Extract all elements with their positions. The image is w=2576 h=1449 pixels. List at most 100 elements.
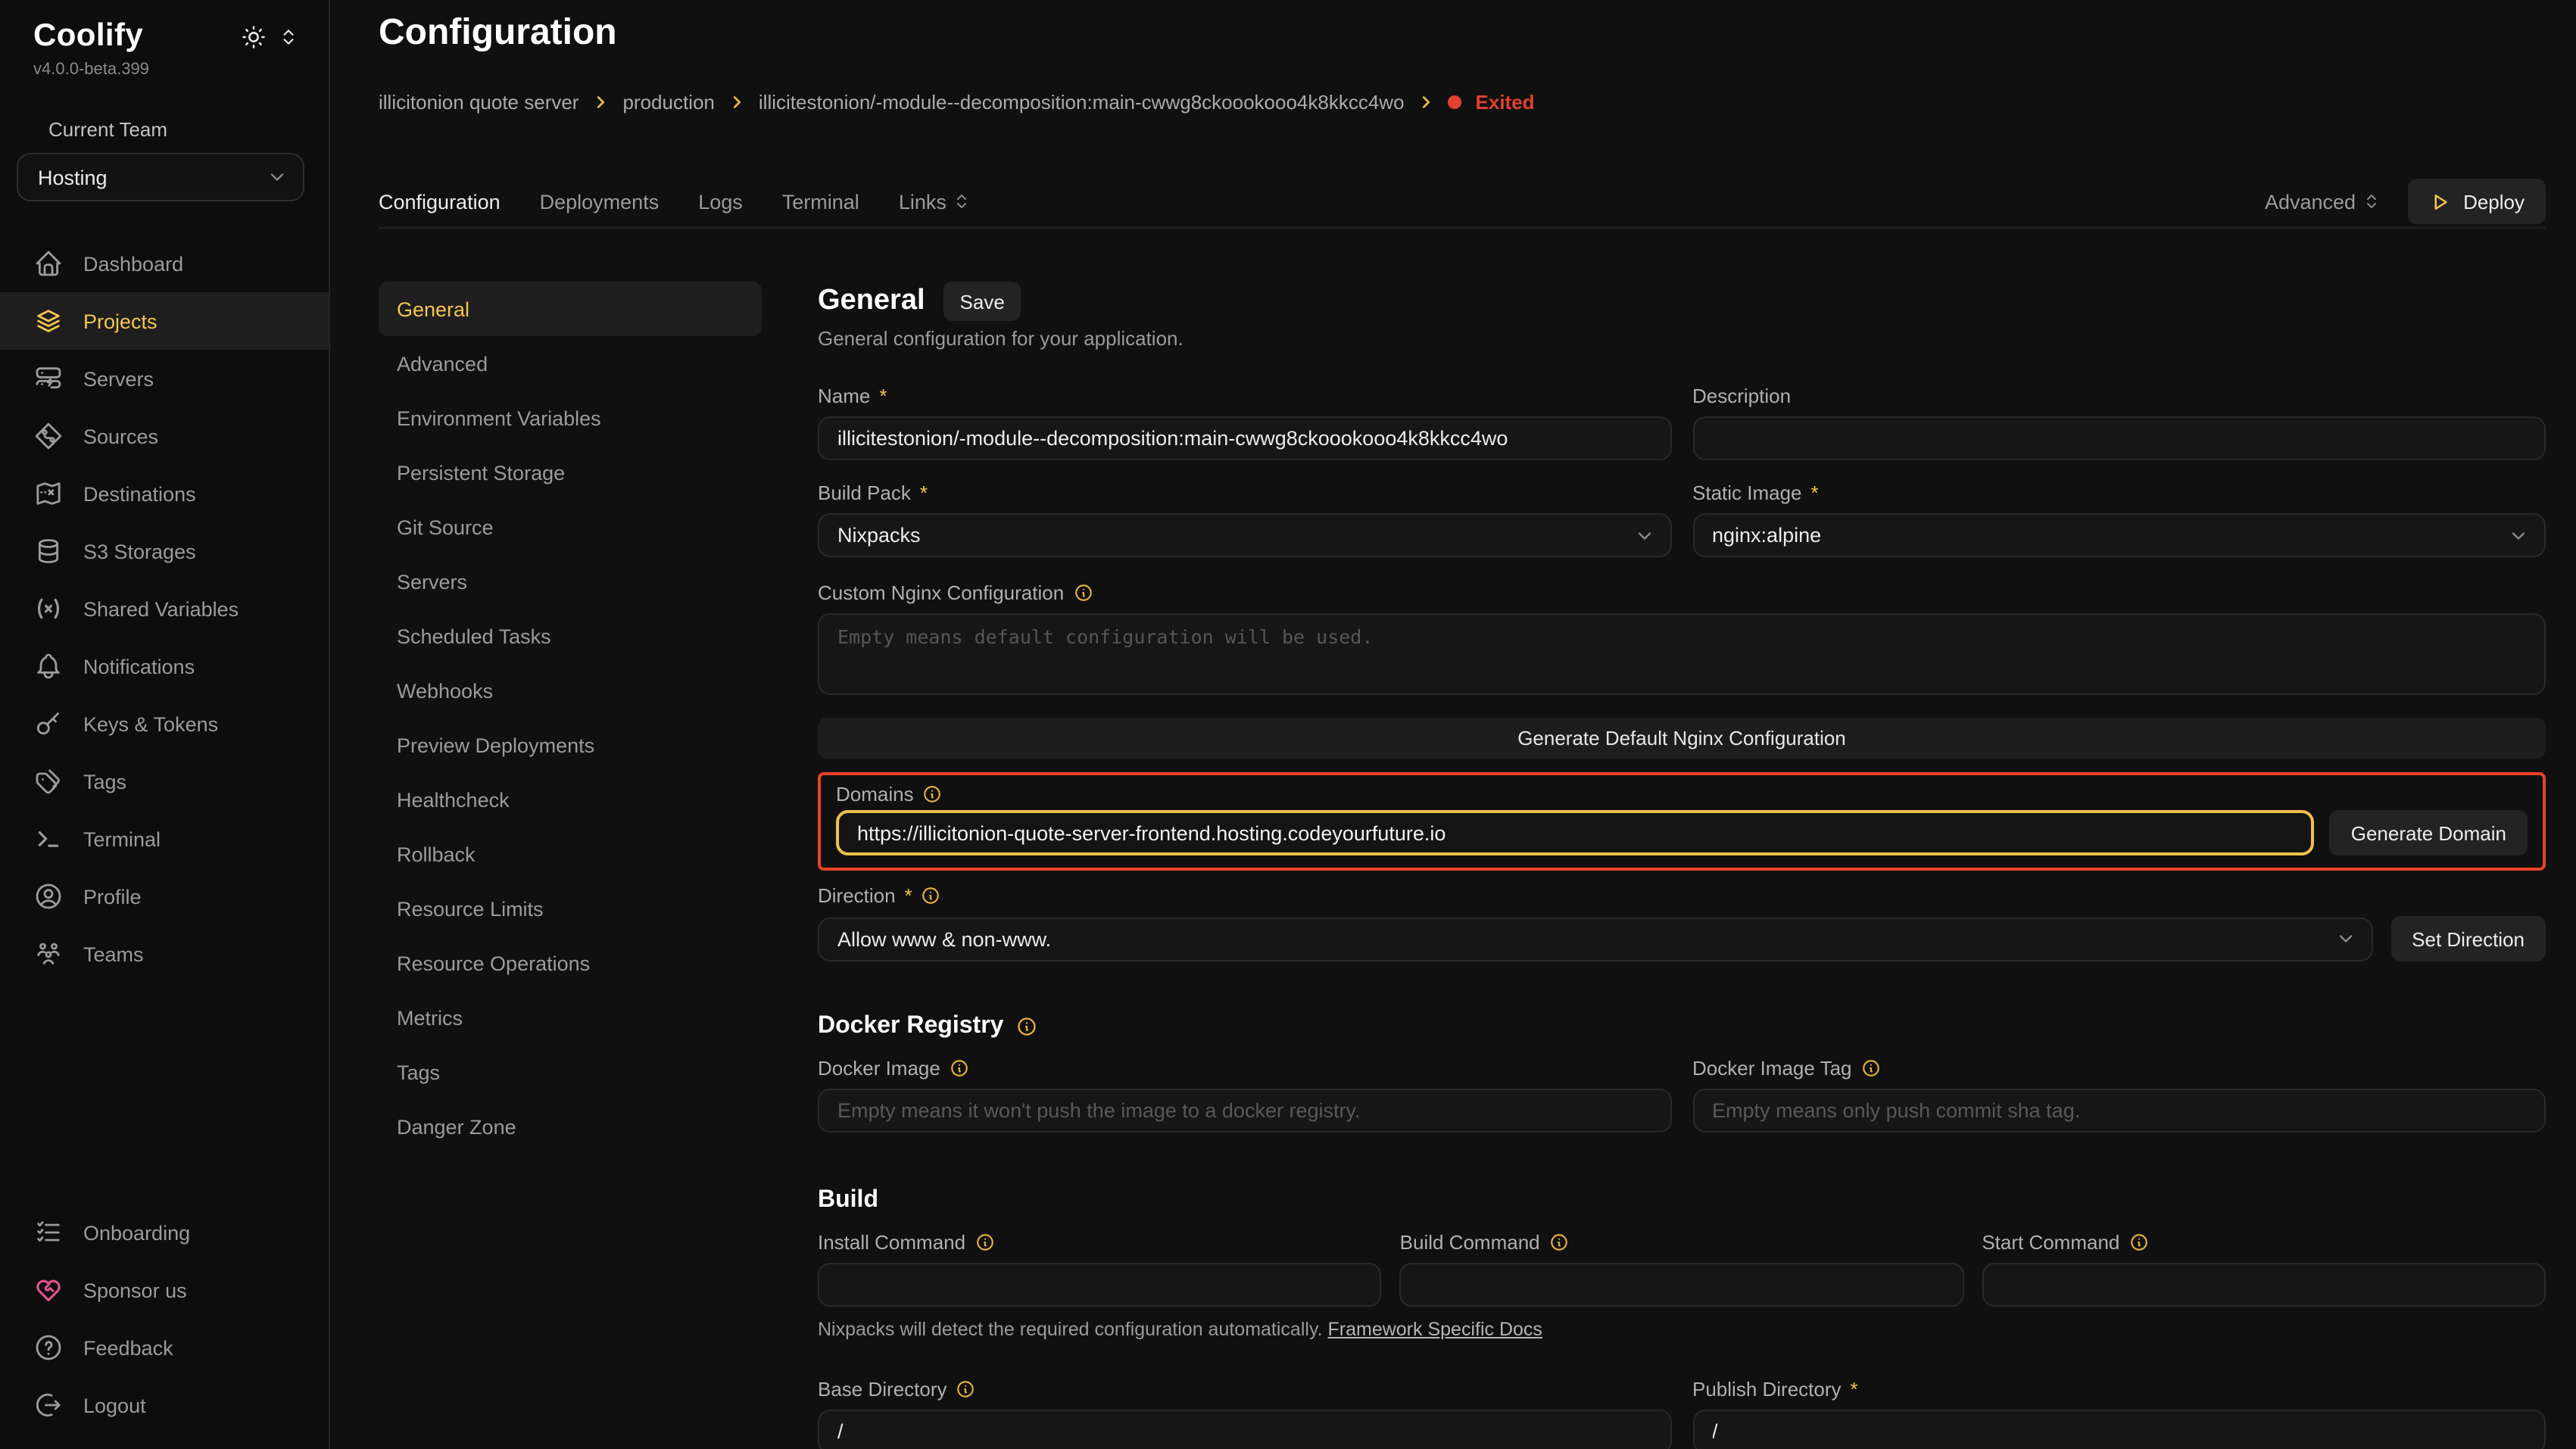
domains-highlight-box: Domains Generate Domain bbox=[818, 772, 2546, 871]
sidebar-item-keys-tokens[interactable]: Keys & Tokens bbox=[0, 695, 329, 753]
sidebar-item-teams[interactable]: Teams bbox=[0, 925, 329, 983]
current-team-label: Current Team bbox=[15, 79, 329, 141]
tab-logs[interactable]: Logs bbox=[698, 190, 743, 213]
domains-label: Domains bbox=[836, 781, 2528, 807]
status-dot bbox=[1449, 95, 1462, 109]
base-directory-label: Base Directory bbox=[818, 1376, 1671, 1402]
sidebar-item-sources[interactable]: Sources bbox=[0, 407, 329, 465]
static-image-label: Static Image* bbox=[1692, 480, 2546, 506]
checklist-icon bbox=[33, 1217, 64, 1248]
info-icon bbox=[1073, 583, 1093, 603]
terminal-icon bbox=[33, 824, 64, 854]
generate-nginx-button[interactable]: Generate Default Nginx Configuration bbox=[818, 718, 2546, 759]
main-area: Configuration illicitonion quote server … bbox=[330, 0, 2576, 1449]
info-icon bbox=[975, 1232, 994, 1252]
subnav-healthcheck[interactable]: Healthcheck bbox=[379, 772, 762, 827]
logout-icon bbox=[33, 1390, 64, 1420]
direction-select[interactable]: Allow www & non-www. bbox=[818, 917, 2372, 961]
subnav-metrics[interactable]: Metrics bbox=[379, 990, 762, 1045]
team-select-value: Hosting bbox=[38, 166, 108, 189]
tab-deployments[interactable]: Deployments bbox=[540, 190, 660, 213]
database-icon bbox=[33, 536, 64, 566]
docker-image-tag-field[interactable] bbox=[1692, 1089, 2546, 1133]
nginx-config-textarea[interactable] bbox=[818, 613, 2546, 695]
build-pack-label: Build Pack* bbox=[818, 480, 1671, 506]
key-icon bbox=[33, 709, 64, 739]
info-icon bbox=[950, 1058, 969, 1078]
sidebar-item-dashboard[interactable]: Dashboard bbox=[0, 235, 329, 292]
theme-selector-icon[interactable] bbox=[279, 26, 298, 46]
breadcrumb-project[interactable]: illicitonion quote server bbox=[379, 91, 579, 114]
sidebar-item-feedback[interactable]: Feedback bbox=[0, 1319, 329, 1376]
install-command-field[interactable] bbox=[818, 1263, 1382, 1307]
build-command-field[interactable] bbox=[1400, 1263, 1964, 1307]
coolify-app: Coolify v4.0.0-beta.399 Current Team Hos… bbox=[0, 0, 2576, 1449]
nginx-config-label: Custom Nginx Configuration bbox=[818, 580, 2546, 606]
team-select[interactable]: Hosting bbox=[17, 153, 304, 201]
docker-image-field[interactable] bbox=[818, 1089, 1671, 1133]
generate-domain-button[interactable]: Generate Domain bbox=[2330, 810, 2528, 855]
sidebar-item-projects[interactable]: Projects bbox=[0, 292, 329, 350]
framework-docs-link[interactable]: Framework Specific Docs bbox=[1328, 1319, 1542, 1340]
chevron-down-icon bbox=[2334, 928, 2356, 949]
sidebar-item-destinations[interactable]: Destinations bbox=[0, 465, 329, 522]
subnav-general[interactable]: General bbox=[379, 282, 762, 336]
name-field[interactable] bbox=[818, 416, 1671, 460]
docker-image-tag-label: Docker Image Tag bbox=[1692, 1055, 2546, 1081]
subnav-scheduled-tasks[interactable]: Scheduled Tasks bbox=[379, 609, 762, 663]
chevron-up-down-icon bbox=[2362, 192, 2380, 210]
deploy-button[interactable]: Deploy bbox=[2407, 179, 2546, 224]
sidebar-item-terminal[interactable]: Terminal bbox=[0, 810, 329, 868]
user-icon bbox=[33, 881, 64, 911]
breadcrumb-environment[interactable]: production bbox=[622, 91, 714, 114]
subnav-resource-limits[interactable]: Resource Limits bbox=[379, 881, 762, 936]
theme-sun-icon[interactable] bbox=[241, 23, 267, 49]
required-asterisk: * bbox=[905, 884, 912, 907]
section-subtitle: General configuration for your applicati… bbox=[818, 327, 2546, 350]
info-icon bbox=[922, 886, 941, 905]
start-command-field[interactable] bbox=[1982, 1263, 2546, 1307]
publish-directory-field[interactable] bbox=[1692, 1410, 2546, 1449]
subnav-git-source[interactable]: Git Source bbox=[379, 500, 762, 554]
start-command-label: Start Command bbox=[1982, 1229, 2546, 1255]
subnav-rollback[interactable]: Rollback bbox=[379, 827, 762, 881]
subnav-environment-variables[interactable]: Environment Variables bbox=[379, 391, 762, 445]
page-title: Configuration bbox=[379, 12, 617, 55]
breadcrumb-application[interactable]: illicitestonion/-module--decomposition:m… bbox=[759, 91, 1405, 114]
server-icon bbox=[33, 363, 64, 394]
base-directory-field[interactable] bbox=[818, 1410, 1671, 1449]
sidebar-item-tags[interactable]: Tags bbox=[0, 753, 329, 810]
app-version: v4.0.0-beta.399 bbox=[0, 55, 329, 79]
domains-field[interactable] bbox=[836, 810, 2315, 855]
sidebar-item-notifications[interactable]: Notifications bbox=[0, 637, 329, 695]
sidebar-item-profile[interactable]: Profile bbox=[0, 868, 329, 925]
subnav-preview-deployments[interactable]: Preview Deployments bbox=[379, 718, 762, 772]
subnav-tags[interactable]: Tags bbox=[379, 1045, 762, 1099]
set-direction-button[interactable]: Set Direction bbox=[2390, 916, 2546, 961]
sidebar-item-sponsor[interactable]: Sponsor us bbox=[0, 1261, 329, 1319]
save-button[interactable]: Save bbox=[943, 282, 1021, 321]
sidebar-item-s3-storages[interactable]: S3 Storages bbox=[0, 522, 329, 580]
sidebar-item-onboarding[interactable]: Onboarding bbox=[0, 1204, 329, 1261]
sidebar-item-logout[interactable]: Logout bbox=[0, 1376, 329, 1434]
subnav-servers[interactable]: Servers bbox=[379, 554, 762, 609]
docker-image-label: Docker Image bbox=[818, 1055, 1671, 1081]
build-pack-select[interactable]: Nixpacks bbox=[818, 513, 1671, 557]
subnav-resource-operations[interactable]: Resource Operations bbox=[379, 936, 762, 990]
tab-terminal[interactable]: Terminal bbox=[782, 190, 859, 213]
tab-links[interactable]: Links bbox=[899, 190, 971, 213]
tab-configuration[interactable]: Configuration bbox=[379, 190, 501, 213]
subnav-webhooks[interactable]: Webhooks bbox=[379, 663, 762, 718]
subnav-advanced[interactable]: Advanced bbox=[379, 336, 762, 391]
advanced-menu[interactable]: Advanced bbox=[2265, 190, 2380, 213]
publish-directory-label: Publish Directory* bbox=[1692, 1376, 2546, 1402]
subnav-danger-zone[interactable]: Danger Zone bbox=[379, 1099, 762, 1154]
sidebar-item-servers[interactable]: Servers bbox=[0, 350, 329, 407]
description-field[interactable] bbox=[1692, 416, 2546, 460]
subnav-persistent-storage[interactable]: Persistent Storage bbox=[379, 445, 762, 500]
static-image-select[interactable]: nginx:alpine bbox=[1692, 513, 2546, 557]
app-logo[interactable]: Coolify bbox=[33, 18, 143, 55]
sidebar-item-shared-variables[interactable]: Shared Variables bbox=[0, 580, 329, 637]
chevron-up-down-icon bbox=[953, 192, 971, 210]
required-asterisk: * bbox=[879, 385, 887, 407]
